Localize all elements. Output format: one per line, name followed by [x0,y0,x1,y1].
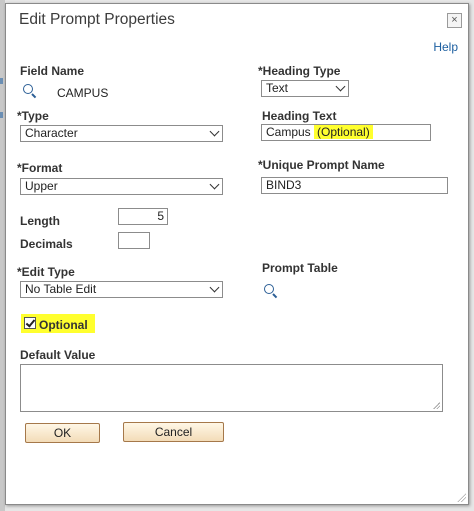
search-icon[interactable] [23,84,37,99]
background-marker [0,112,3,118]
optional-checkbox[interactable] [24,317,36,329]
dialog-title: Edit Prompt Properties [19,11,175,28]
default-value-textarea[interactable] [20,364,443,412]
length-value: 5 [157,209,164,223]
ok-button[interactable]: OK [25,423,100,443]
optional-highlight: Optional [21,314,95,333]
resize-handle-icon[interactable] [433,402,440,409]
optional-label[interactable]: Optional [39,318,88,332]
format-label: *Format [17,161,63,175]
field-name-value: CAMPUS [57,86,109,100]
heading-text-input[interactable]: Campus (Optional) [261,124,431,141]
decimals-label: Decimals [20,237,73,251]
default-value-label: Default Value [20,348,96,362]
edit-type-select[interactable]: No Table Edit [20,281,223,298]
heading-text-value: Campus [266,125,311,139]
unique-prompt-input[interactable]: BIND3 [261,177,448,194]
unique-prompt-value: BIND3 [266,178,302,192]
close-icon[interactable]: × [447,13,462,28]
type-select[interactable]: Character [20,125,223,142]
edit-prompt-dialog: Edit Prompt Properties × Help Field Name… [5,3,469,505]
cancel-button[interactable]: Cancel [123,422,224,442]
chevron-down-icon [209,179,220,190]
heading-type-select[interactable]: Text [261,80,349,97]
length-label: Length [20,214,60,228]
chevron-down-icon [209,282,220,293]
prompt-table-label: Prompt Table [262,261,338,275]
heading-type-value: Text [266,81,289,95]
chevron-down-icon [209,126,220,137]
heading-text-label: Heading Text [262,109,337,123]
help-link[interactable]: Help [433,40,458,54]
unique-prompt-label: *Unique Prompt Name [258,158,385,172]
dialog-resize-icon[interactable] [457,493,466,502]
field-name-label: Field Name [20,64,85,78]
edit-type-label: *Edit Type [17,265,75,279]
background-marker [0,78,3,84]
format-value: Upper [25,179,58,193]
heading-text-highlight: (Optional) [314,125,373,139]
chevron-down-icon [335,81,346,92]
edit-type-value: No Table Edit [25,282,97,296]
format-select[interactable]: Upper [20,178,223,195]
heading-type-label: *Heading Type [258,64,341,78]
decimals-input[interactable] [118,232,150,249]
length-input[interactable]: 5 [118,208,168,225]
search-icon[interactable] [264,284,278,299]
type-value: Character [25,126,78,140]
type-label: *Type [17,109,49,123]
